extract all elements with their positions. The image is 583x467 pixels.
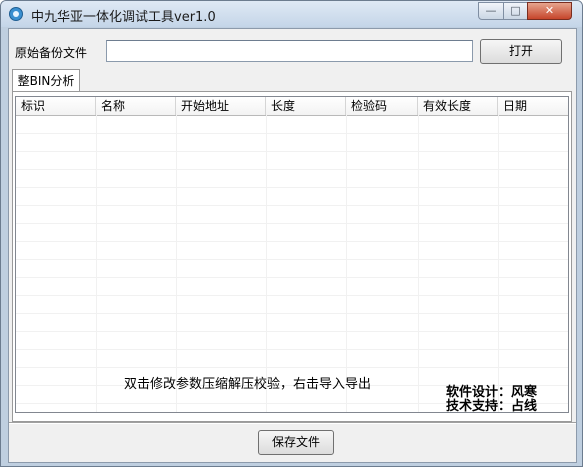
bin-table[interactable]: 标识 名称 开始地址 长度 检验码 有效长度 日期 [15, 96, 569, 413]
client-area: 原始备份文件 打开 整BIN分析 标识 名称 开始地址 长度 检验码 有效长度 … [8, 28, 577, 463]
grid-row-line [16, 295, 568, 296]
credit-support: 技术支持：占线 [446, 399, 538, 414]
bottom-divider [9, 422, 576, 423]
source-file-input[interactable] [106, 40, 473, 62]
grid-row-line [16, 241, 568, 242]
grid-row-line [16, 349, 568, 350]
grid-row-line [16, 205, 568, 206]
column-header-length[interactable]: 长度 [266, 97, 346, 115]
grid-row-line [16, 277, 568, 278]
save-file-button[interactable]: 保存文件 [258, 430, 334, 455]
app-icon [9, 7, 23, 21]
title-bar[interactable]: 中九华亚一体化调试工具ver1.0 — □ ✕ [1, 1, 582, 27]
table-header: 标识 名称 开始地址 长度 检验码 有效长度 日期 [16, 97, 568, 116]
tab-bin-analysis[interactable]: 整BIN分析 [12, 69, 80, 92]
source-file-label: 原始备份文件 [15, 46, 88, 60]
close-button[interactable]: ✕ [527, 2, 572, 20]
app-window: 中九华亚一体化调试工具ver1.0 — □ ✕ 原始备份文件 打开 整BIN分析… [0, 0, 583, 467]
grid-row-line [16, 151, 568, 152]
grid-row-line [16, 331, 568, 332]
column-header-date[interactable]: 日期 [498, 97, 568, 115]
column-header-name[interactable]: 名称 [96, 97, 176, 115]
minimize-button[interactable]: — [478, 2, 504, 20]
usage-hint: 双击修改参数压缩解压校验，右击导入导出 [124, 377, 372, 392]
column-header-checksum[interactable]: 检验码 [346, 97, 418, 115]
column-header-valid-length[interactable]: 有效长度 [418, 97, 498, 115]
grid-row-line [16, 187, 568, 188]
grid-row-line [16, 367, 568, 368]
column-header-start-address[interactable]: 开始地址 [176, 97, 266, 115]
column-header-id[interactable]: 标识 [16, 97, 96, 115]
grid-row-line [16, 259, 568, 260]
open-button[interactable]: 打开 [480, 39, 562, 64]
window-title: 中九华亚一体化调试工具ver1.0 [31, 10, 216, 25]
grid-row-line [16, 169, 568, 170]
maximize-button[interactable]: □ [503, 2, 528, 20]
grid-row-line [16, 313, 568, 314]
grid-row-line [16, 223, 568, 224]
grid-row-line [16, 133, 568, 134]
